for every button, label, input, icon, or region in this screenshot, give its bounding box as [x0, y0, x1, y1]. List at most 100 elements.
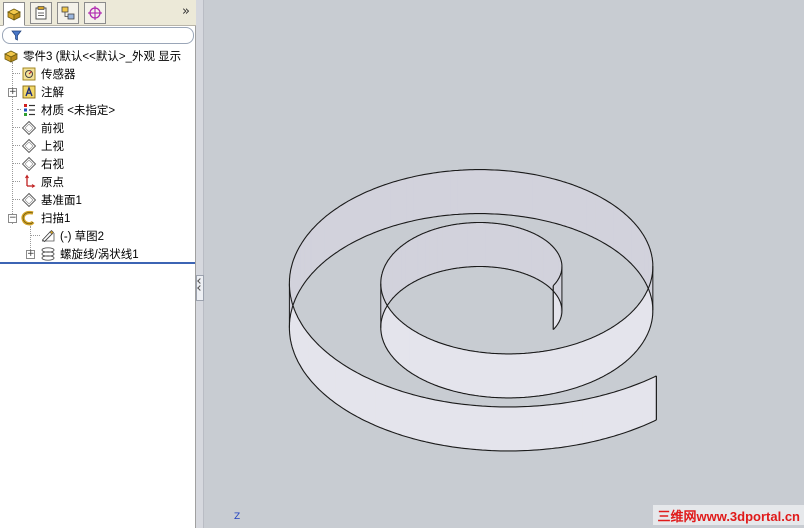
surface-strip — [455, 170, 459, 215]
surface-strip — [538, 175, 542, 221]
surface-strip — [513, 171, 517, 217]
more-tabs-button[interactable]: » — [182, 4, 190, 19]
tree-item-label: 右视 — [41, 159, 64, 171]
tab-configuration-manager[interactable] — [57, 2, 79, 24]
expand-annotations-toggle[interactable]: + — [8, 88, 17, 97]
surface-strip — [365, 190, 368, 237]
tree-connector — [12, 163, 20, 164]
graphics-viewport[interactable]: Z 三维网www.3dportal.cn — [204, 0, 804, 528]
surface-strip — [437, 400, 442, 446]
surface-strip — [521, 406, 526, 452]
expand-helix-toggle[interactable]: + — [26, 250, 35, 259]
surface-strip — [432, 398, 436, 445]
surface-strip — [457, 169, 461, 215]
surface-strip — [430, 172, 434, 218]
tree-item-sweep1[interactable]: 扫描1 — [21, 209, 70, 227]
sweep-icon — [21, 210, 37, 226]
surface-strip — [622, 388, 626, 434]
surface-strip — [599, 394, 604, 441]
surface-strip — [491, 169, 495, 215]
surface-strip — [350, 368, 354, 415]
tree-item-helix1[interactable]: 螺旋线/涡状线1 — [40, 245, 139, 263]
tab-property-manager[interactable] — [30, 2, 52, 24]
tree-item-front-plane[interactable]: 前视 — [21, 119, 64, 137]
surface-strip — [365, 376, 369, 423]
surface-strip — [391, 387, 396, 434]
surface-strip — [643, 380, 647, 427]
surface-strip — [522, 172, 526, 218]
surface-strip — [371, 188, 375, 235]
surface-strip — [520, 172, 524, 218]
surface-strip — [560, 180, 564, 226]
sensor-icon — [21, 66, 37, 82]
tree-item-sketch2[interactable]: (-) 草图2 — [40, 227, 104, 245]
tree-item-label: 螺旋线/涡状线1 — [60, 249, 139, 261]
surface-strip — [515, 406, 520, 452]
surface-strip — [434, 399, 439, 445]
surface-strip — [579, 399, 583, 445]
tree-item-label: 传感器 — [41, 69, 76, 81]
tree-item-origin[interactable]: 原点 — [21, 173, 64, 191]
surface-strip — [418, 174, 422, 220]
surface-strip — [539, 405, 544, 451]
surface-strip — [534, 174, 538, 220]
surface-strip — [463, 404, 468, 450]
surface-strip — [616, 389, 620, 436]
tree-item-right-plane[interactable]: 右视 — [21, 155, 64, 173]
surface-strip — [605, 393, 609, 439]
surface-strip — [397, 389, 401, 436]
surface-strip — [469, 404, 474, 450]
surface-strip — [524, 406, 529, 451]
tree-filter-input[interactable] — [2, 27, 194, 44]
plane-icon — [21, 192, 37, 208]
tree-item-material[interactable]: 材质 <未指定> — [21, 101, 115, 119]
tree-item-annotations[interactable]: 注解 — [21, 83, 64, 101]
tree-root-part[interactable]: 零件3 (默认<<默认>_外观 显示 — [3, 47, 181, 65]
tree-item-sensors[interactable]: 传感器 — [21, 65, 76, 83]
surface-strip — [651, 376, 655, 423]
material-icon — [21, 102, 37, 118]
feature-manager-icon — [7, 8, 21, 21]
collapse-sweep-toggle[interactable]: − — [8, 214, 17, 223]
collapse-panel-button[interactable] — [196, 275, 204, 301]
surface-strip — [566, 182, 570, 228]
surface-strip — [608, 392, 612, 439]
surface-strip — [452, 170, 456, 216]
surface-strip — [536, 405, 541, 451]
surface-strip — [556, 179, 560, 225]
surface-strip — [369, 189, 373, 236]
watermark-text: 三维网www.3dportal.cn — [653, 505, 804, 525]
surface-strip — [407, 392, 411, 439]
panel-splitter[interactable] — [196, 0, 204, 528]
surface-strip — [484, 169, 488, 215]
surface-strip — [397, 179, 401, 226]
surface-strip — [452, 402, 456, 448]
tab-dimxpert-manager[interactable] — [84, 2, 106, 24]
rollback-bar[interactable] — [0, 262, 195, 264]
surface-strip — [442, 171, 446, 217]
tab-feature-manager[interactable] — [3, 2, 25, 26]
surface-strip — [542, 404, 547, 450]
surface-strip — [406, 177, 410, 223]
surface-strip — [428, 173, 432, 219]
surface-strip — [382, 184, 385, 231]
surface-strip — [503, 406, 507, 452]
surface-strip — [356, 372, 360, 419]
surface-strip — [393, 180, 397, 227]
surface-strip — [446, 401, 450, 447]
tree-item-label: 前视 — [41, 123, 64, 135]
surface-strip — [493, 406, 498, 452]
surface-strip — [568, 183, 572, 229]
part-icon — [3, 48, 19, 64]
surface-strip — [501, 170, 505, 215]
helix-icon — [40, 246, 56, 262]
surface-strip — [402, 391, 406, 437]
surface-strip — [638, 382, 642, 429]
surface-strip — [478, 405, 483, 451]
surface-strip — [363, 191, 366, 238]
surface-strip — [359, 373, 362, 420]
surface-strip — [573, 400, 577, 446]
tree-item-plane1[interactable]: 基准面1 — [21, 191, 82, 209]
property-manager-icon — [35, 6, 47, 20]
tree-item-top-plane[interactable]: 上视 — [21, 137, 64, 155]
